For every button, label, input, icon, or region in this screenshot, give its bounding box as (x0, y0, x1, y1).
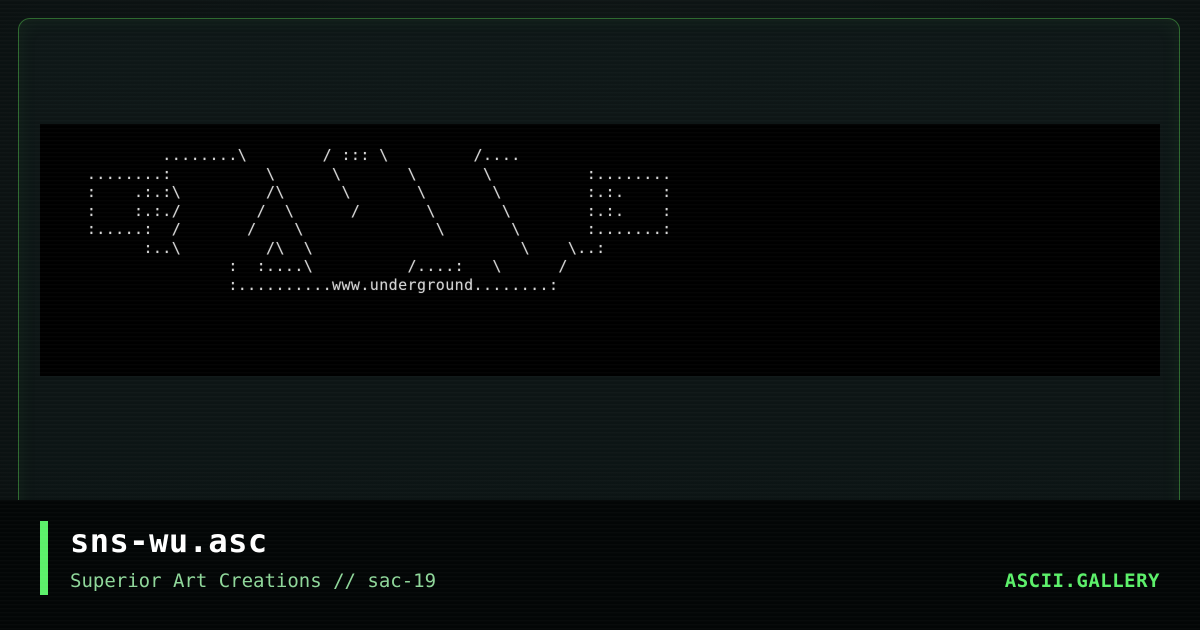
ascii-art-panel: ........\ / ::: \ /.... ........: \ \ \ … (40, 124, 1160, 376)
site-brand[interactable]: ASCII.GALLERY (1005, 568, 1160, 594)
ascii-art: ........\ / ::: \ /.... ........: \ \ \ … (86, 146, 672, 294)
file-title: sns-wu.asc (70, 522, 268, 560)
accent-bar (40, 521, 48, 595)
group-byline: Superior Art Creations // sac-19 (70, 570, 437, 592)
og-card: ........\ / ::: \ /.... ........: \ \ \ … (0, 0, 1200, 630)
